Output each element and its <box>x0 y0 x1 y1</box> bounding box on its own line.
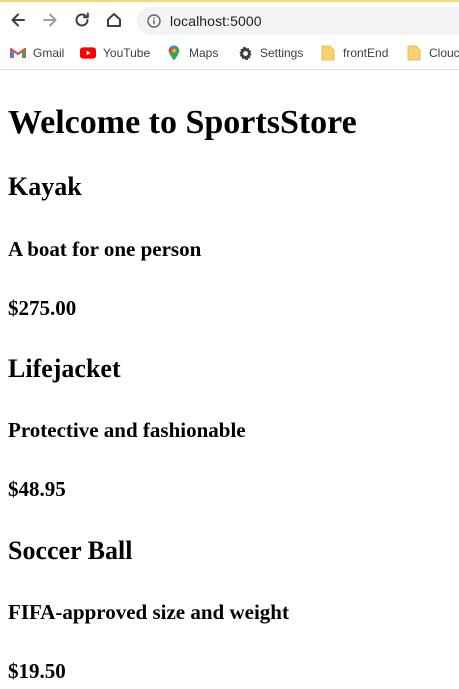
product-name: Soccer Ball <box>8 536 133 565</box>
product-description: A boat for one person <box>8 237 202 261</box>
bookmark-label: frontEnd <box>343 46 389 60</box>
youtube-icon <box>80 45 96 61</box>
gmail-icon <box>10 45 26 61</box>
arrow-left-icon <box>11 13 25 27</box>
product-price: $19.50 <box>8 659 66 683</box>
product-price: $275.00 <box>8 296 77 320</box>
product-name: Lifejacket <box>8 354 121 383</box>
folder-icon <box>406 45 422 61</box>
reload-button[interactable] <box>70 8 94 32</box>
product-description: FIFA-approved size and weight <box>8 600 289 624</box>
product-description: Protective and fashionable <box>8 418 246 442</box>
page-title: Welcome to SportsStore <box>8 104 357 141</box>
bookmark-label: Clouc <box>429 46 459 60</box>
bookmark-label: Settings <box>260 46 304 60</box>
address-bar[interactable]: localhost:5000 <box>137 7 459 35</box>
bookmark-label: YouTube <box>103 46 151 60</box>
gear-icon <box>237 45 253 61</box>
bookmark-label: Maps <box>189 46 219 60</box>
browser-toolbar: localhost:5000 <box>0 2 459 38</box>
home-icon <box>107 13 121 27</box>
product-name: Kayak <box>8 172 82 201</box>
forward-button[interactable] <box>38 8 62 32</box>
bookmark-maps[interactable]: Maps <box>166 43 218 63</box>
info-icon[interactable] <box>147 14 161 28</box>
arrow-right-icon <box>43 13 57 27</box>
product-price: $48.95 <box>8 477 66 501</box>
folder-icon <box>320 45 336 61</box>
browser-chrome: localhost:5000 Gmail YouTube Maps Settin… <box>0 0 459 70</box>
bookmark-settings[interactable]: Settings <box>237 43 303 63</box>
bookmark-youtube[interactable]: YouTube <box>80 43 150 63</box>
bookmark-folder-clouc[interactable]: Clouc <box>406 43 459 63</box>
bookmarks-bar: Gmail YouTube Maps Settings frontEnd Clo… <box>0 40 459 66</box>
home-button[interactable] <box>102 8 126 32</box>
bookmark-folder-frontend[interactable]: frontEnd <box>320 43 388 63</box>
reload-icon <box>75 12 89 27</box>
bookmark-gmail[interactable]: Gmail <box>10 43 64 63</box>
back-button[interactable] <box>6 8 30 32</box>
maps-icon <box>166 45 182 61</box>
url-text: localhost:5000 <box>170 13 262 29</box>
bookmark-label: Gmail <box>33 46 65 60</box>
